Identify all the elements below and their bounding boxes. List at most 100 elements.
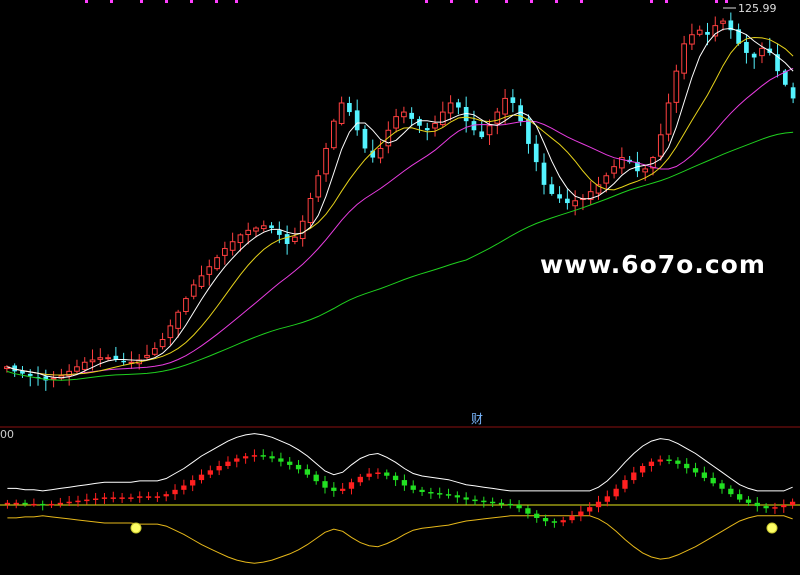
- candle-body-92: [720, 20, 726, 24]
- osc-body-13: [119, 497, 125, 499]
- candle-body-6: [50, 377, 57, 380]
- osc-body-88: [781, 505, 787, 508]
- osc-body-76: [675, 460, 681, 464]
- osc-body-58: [516, 505, 522, 509]
- candle-body-67: [526, 118, 531, 144]
- top-tick-15: [665, 0, 668, 3]
- candle-body-55: [432, 122, 438, 129]
- candle-body-28: [222, 248, 228, 256]
- candle-body-73: [572, 200, 578, 207]
- candle-body-42: [330, 120, 337, 149]
- osc-body-77: [684, 463, 690, 469]
- osc-body-36: [322, 481, 328, 488]
- osc-body-39: [348, 482, 355, 489]
- candle-body-39: [307, 198, 314, 224]
- candle-body-10: [81, 361, 88, 370]
- osc-body-32: [287, 461, 293, 465]
- osc-body-7: [66, 501, 72, 504]
- top-tick-11: [530, 0, 533, 3]
- top-tick-12: [555, 0, 558, 3]
- osc-body-63: [560, 520, 566, 523]
- candle-body-61: [479, 131, 485, 138]
- candle-body-21: [167, 325, 174, 339]
- osc-body-62: [551, 521, 558, 523]
- osc-body-78: [692, 468, 699, 473]
- osc-body-54: [481, 500, 487, 503]
- signal-marker-icon-1: [766, 522, 778, 534]
- high-price-label: 125.99: [738, 2, 777, 15]
- candle-body-20: [159, 339, 166, 348]
- osc-body-66: [587, 507, 593, 512]
- candle-body-57: [447, 102, 454, 114]
- candle-body-23: [183, 298, 189, 313]
- candle-body-70: [549, 184, 555, 194]
- osc-body-40: [357, 476, 363, 483]
- top-tick-14: [650, 0, 653, 3]
- top-tick-5: [215, 0, 218, 3]
- band-upper-line: [7, 433, 793, 492]
- osc-body-33: [295, 464, 302, 470]
- watermark-text: www.6o7o.com: [540, 250, 766, 279]
- osc-body-67: [595, 501, 602, 508]
- osc-body-31: [278, 458, 284, 462]
- osc-body-74: [657, 459, 663, 462]
- chart-canvas: [0, 0, 800, 564]
- candle-body-51: [401, 111, 407, 118]
- osc-body-25: [225, 461, 231, 466]
- top-tick-8: [450, 0, 453, 3]
- osc-body-34: [304, 469, 311, 475]
- top-tick-marks: [85, 0, 728, 3]
- osc-body-10: [92, 498, 99, 500]
- osc-body-55: [489, 501, 496, 504]
- osc-body-1: [13, 502, 19, 505]
- candle-body-3: [27, 373, 33, 376]
- candle-body-78: [611, 166, 617, 174]
- candle-body-72: [565, 198, 570, 204]
- osc-body-12: [110, 497, 116, 499]
- top-tick-16: [715, 0, 718, 3]
- osc-body-86: [763, 506, 769, 509]
- osc-body-19: [172, 489, 178, 495]
- candle-body-64: [502, 97, 508, 115]
- osc-body-24: [216, 466, 222, 471]
- osc-body-44: [392, 475, 399, 481]
- candle-body-29: [229, 241, 236, 251]
- osc-body-11: [101, 497, 108, 499]
- top-tick-17: [725, 0, 728, 3]
- osc-body-75: [666, 459, 672, 461]
- candle-body-97: [759, 47, 765, 57]
- osc-body-57: [507, 503, 513, 506]
- osc-body-81: [719, 483, 725, 489]
- osc-body-59: [525, 508, 531, 514]
- osc-body-5: [48, 503, 55, 506]
- top-tick-6: [235, 0, 238, 3]
- candle-body-41: [323, 147, 329, 175]
- candle-body-69: [541, 162, 547, 185]
- osc-body-45: [401, 480, 408, 486]
- osc-body-60: [534, 513, 540, 518]
- candle-body-65: [510, 97, 516, 103]
- candle-body-32: [253, 227, 259, 232]
- candle-body-15: [121, 360, 126, 363]
- osc-body-35: [313, 474, 319, 482]
- oscillator-panel: [0, 433, 800, 564]
- candle-body-25: [198, 275, 205, 287]
- top-tick-7: [425, 0, 428, 3]
- top-tick-9: [475, 0, 478, 3]
- candle-body-77: [603, 175, 610, 184]
- osc-body-29: [260, 455, 266, 457]
- candle-body-37: [292, 236, 298, 242]
- top-tick-13: [580, 0, 583, 3]
- candle-body-33: [260, 225, 267, 230]
- candle-body-13: [105, 357, 111, 360]
- ma-long-line: [6, 67, 794, 376]
- osc-body-6: [57, 502, 63, 505]
- candle-body-87: [681, 43, 687, 74]
- indicator-tag[interactable]: 财: [471, 410, 483, 427]
- osc-body-38: [340, 488, 346, 491]
- osc-body-14: [128, 497, 134, 499]
- candle-body-35: [277, 230, 282, 235]
- candle-body-9: [74, 366, 80, 372]
- osc-body-50: [445, 494, 452, 496]
- osc-body-30: [269, 456, 275, 459]
